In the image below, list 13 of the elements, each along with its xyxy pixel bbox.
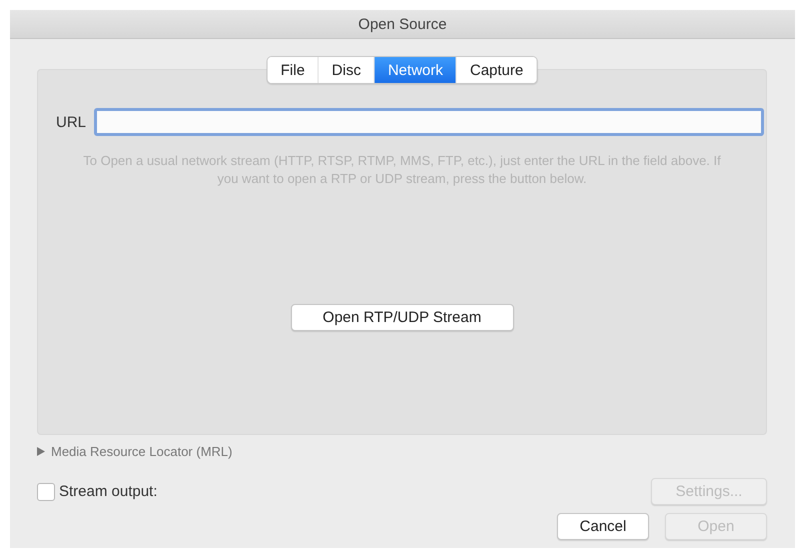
tab[interactable]: File [268,57,319,83]
tab[interactable]: Disc [318,57,375,83]
url-label: URL [56,114,86,130]
window-title: Open Source [358,16,447,32]
disclosure-triangle-icon[interactable] [37,447,45,456]
open-stream-button[interactable]: Open RTP/UDP Stream [290,304,514,331]
stream-output-label: Stream output: [59,483,158,500]
mrl-label: Media Resource Locator (MRL) [51,444,232,459]
stream-output-checkbox[interactable] [37,482,55,500]
tab[interactable]: Capture [457,57,536,83]
url-field[interactable] [94,108,764,136]
dialog-button[interactable]: Cancel [557,513,649,540]
tab[interactable]: Network [374,57,457,83]
